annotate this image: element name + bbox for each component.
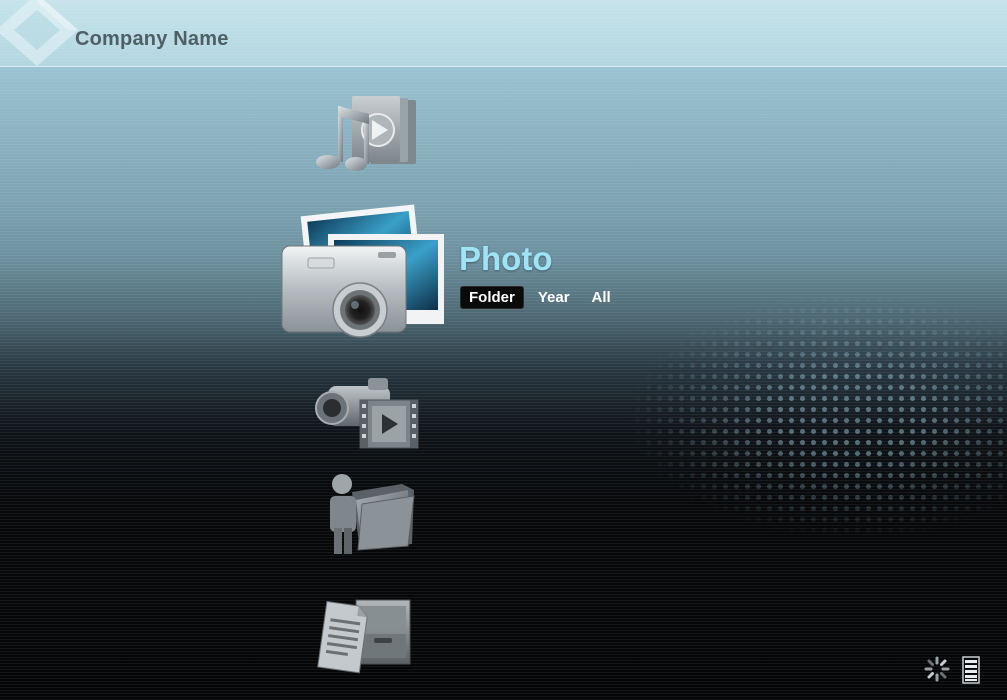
battery-icon bbox=[962, 656, 980, 684]
menu-item-documents[interactable] bbox=[314, 594, 414, 674]
menu-item-user-folder[interactable] bbox=[322, 472, 418, 558]
menu-item-music[interactable] bbox=[308, 94, 420, 174]
subtab-year[interactable]: Year bbox=[530, 287, 578, 308]
camera-photo-icon bbox=[281, 204, 444, 338]
loading-spinner-icon bbox=[924, 656, 950, 682]
section-title-photo: Photo bbox=[459, 240, 553, 277]
music-media-icon bbox=[316, 96, 416, 171]
user-folder-icon bbox=[330, 474, 415, 554]
camcorder-film-icon bbox=[315, 378, 419, 449]
company-name: Company Name bbox=[75, 28, 229, 50]
subtab-folder[interactable]: Folder bbox=[460, 286, 524, 309]
menu-item-video[interactable] bbox=[312, 374, 422, 454]
menu-item-photo[interactable] bbox=[278, 200, 448, 345]
photo-subtabs: Folder Year All bbox=[460, 286, 625, 309]
diamond-logo bbox=[0, 0, 78, 66]
subtab-all[interactable]: All bbox=[584, 287, 619, 308]
document-cabinet-icon bbox=[317, 599, 411, 674]
